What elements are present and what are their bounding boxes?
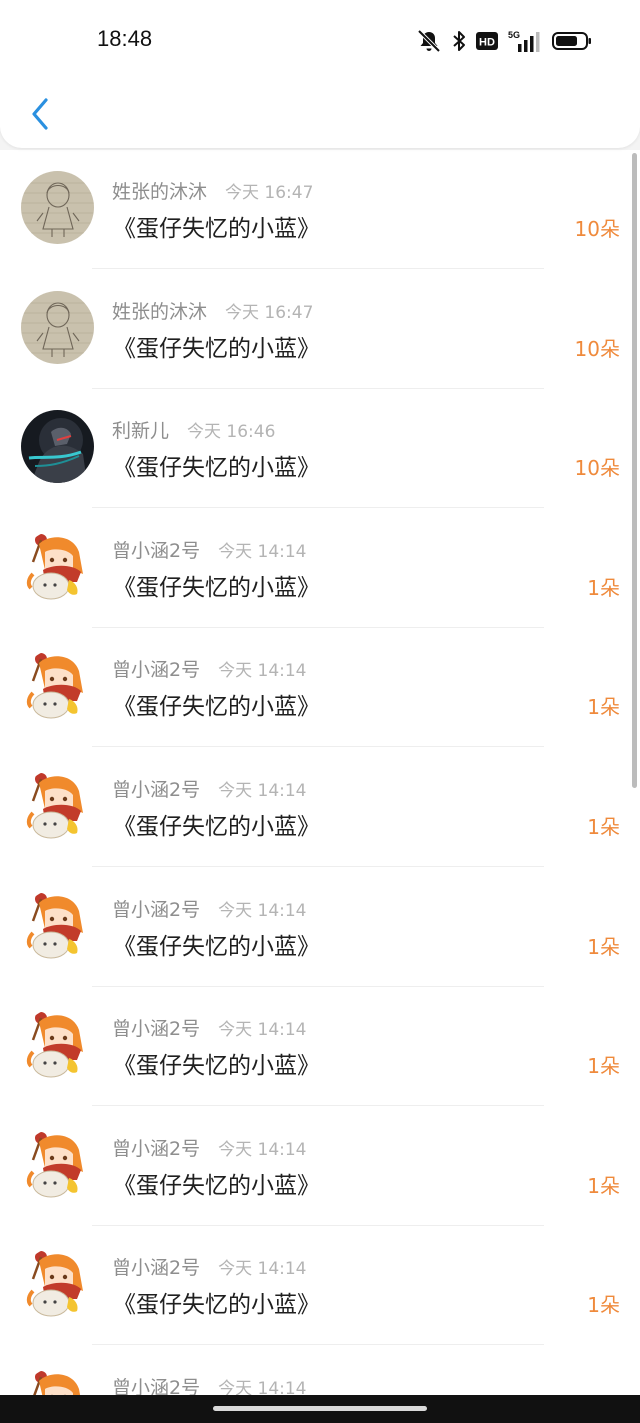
send-time: 今天 14:14 — [218, 781, 307, 801]
item-meta: 利新儿 今天 16:46 — [112, 416, 276, 443]
send-time: 今天 14:14 — [218, 1379, 307, 1395]
list-item[interactable]: 曾小涵2号 今天 14:14 《蛋仔失忆的小蓝》 1朵 — [0, 1226, 640, 1346]
work-title: 《蛋仔失忆的小蓝》 — [113, 335, 320, 362]
list-item[interactable]: 曾小涵2号 今天 14:14 《蛋仔失忆的小蓝》 1朵 — [0, 868, 640, 987]
battery-icon — [552, 32, 591, 50]
back-button[interactable] — [20, 92, 60, 136]
flower-amount: 10朵 — [574, 336, 620, 361]
system-nav-bar — [0, 1395, 640, 1423]
list-item[interactable]: 曾小涵2号 今天 14:14 《蛋仔失忆的小蓝》 1朵 — [0, 509, 640, 628]
work-title: 《蛋仔失忆的小蓝》 — [113, 1053, 320, 1080]
work-title: 《蛋仔失忆的小蓝》 — [113, 216, 320, 242]
avatar[interactable] — [21, 1127, 94, 1201]
work-title: 《蛋仔失忆的小蓝》 — [113, 814, 320, 840]
sender-name[interactable]: 曾小涵2号 — [112, 1373, 200, 1395]
item-meta: 姓张的沐沐 今天 16:47 — [112, 297, 314, 324]
list-item[interactable]: 曾小涵2号 今天 14:14 《蛋仔失忆的小蓝》 1朵 — [0, 748, 640, 867]
send-time: 今天 14:14 — [218, 900, 307, 921]
sender-name[interactable]: 曾小涵2号 — [112, 655, 200, 682]
avatar[interactable] — [21, 769, 94, 842]
chevron-left-icon — [32, 98, 48, 130]
send-time: 今天 14:14 — [218, 661, 307, 682]
list-item[interactable]: 曾小涵2号 今天 14:14 《蛋仔失忆的小蓝》 1朵 — [0, 628, 640, 748]
sender-name[interactable]: 曾小涵2号 — [112, 1014, 200, 1041]
list-item[interactable]: 曾小涵2号 今天 14:14 《蛋仔失忆的小蓝》 1朵 — [0, 1107, 640, 1226]
flower-amount: 1朵 — [587, 575, 620, 600]
work-title: 《蛋仔失忆的小蓝》 — [113, 574, 320, 601]
sender-name[interactable]: 曾小涵2号 — [112, 536, 200, 563]
flower-amount: 10朵 — [574, 217, 620, 241]
sender-name[interactable]: 利新儿 — [112, 416, 169, 443]
sender-name[interactable]: 曾小涵2号 — [112, 1134, 200, 1161]
avatar[interactable] — [21, 410, 94, 484]
flower-amount: 1朵 — [587, 815, 620, 839]
gift-record-list[interactable]: 姓张的沐沐 今天 16:47 《蛋仔失忆的小蓝》 10朵 姓张的沐沐 今天 16… — [0, 150, 640, 1395]
sender-name[interactable]: 曾小涵2号 — [112, 775, 200, 802]
list-item[interactable]: 利新儿 今天 16:46 《蛋仔失忆的小蓝》 10朵 — [0, 389, 640, 509]
svg-text:5G: 5G — [508, 30, 520, 40]
send-time: 今天 14:14 — [218, 541, 307, 562]
send-time: 今天 16:47 — [225, 183, 314, 203]
item-meta: 曾小涵2号 今天 14:14 — [112, 1134, 307, 1161]
bell-off-icon — [417, 29, 441, 53]
top-bar: 18:48 HD 5G — [0, 0, 640, 148]
sender-name[interactable]: 曾小涵2号 — [112, 1253, 200, 1280]
work-title: 《蛋仔失忆的小蓝》 — [113, 1172, 320, 1199]
send-time: 今天 14:14 — [218, 1139, 307, 1160]
work-title: 《蛋仔失忆的小蓝》 — [113, 455, 320, 482]
bluetooth-icon — [453, 31, 465, 51]
work-title: 《蛋仔失忆的小蓝》 — [113, 1292, 320, 1319]
flower-amount: 10朵 — [574, 456, 620, 481]
flower-amount: 1朵 — [587, 1293, 620, 1318]
avatar[interactable] — [21, 1247, 94, 1321]
avatar[interactable] — [21, 1008, 94, 1082]
item-meta: 姓张的沐沐 今天 16:47 — [112, 177, 314, 204]
status-time: 18:48 — [97, 26, 153, 51]
send-time: 今天 16:47 — [225, 302, 314, 323]
item-meta: 曾小涵2号 今天 14:14 — [112, 1253, 307, 1280]
item-meta: 曾小涵2号 今天 14:14 — [112, 536, 307, 563]
item-meta: 曾小涵2号 今天 14:14 — [112, 655, 307, 682]
list-item[interactable]: 曾小涵2号 今天 14:14 《蛋仔失忆的小蓝》 1朵 — [0, 987, 640, 1107]
flower-amount: 1朵 — [587, 1173, 620, 1198]
flower-amount: 1朵 — [587, 1054, 620, 1079]
avatar[interactable] — [21, 1367, 94, 1395]
avatar[interactable] — [21, 649, 94, 723]
svg-text:HD: HD — [479, 37, 495, 49]
work-title: 《蛋仔失忆的小蓝》 — [113, 694, 320, 721]
avatar[interactable] — [21, 290, 94, 364]
sender-name[interactable]: 姓张的沐沐 — [112, 177, 207, 204]
item-meta: 曾小涵2号 今天 14:14 — [112, 1373, 307, 1395]
avatar[interactable] — [21, 529, 94, 603]
item-meta: 曾小涵2号 今天 14:14 — [112, 895, 307, 922]
hd-icon: HD — [476, 32, 498, 50]
avatar[interactable] — [21, 171, 94, 244]
sender-name[interactable]: 姓张的沐沐 — [112, 297, 207, 324]
work-title: 《蛋仔失忆的小蓝》 — [113, 933, 320, 960]
list-item[interactable]: 曾小涵2号 今天 14:14 — [0, 1346, 640, 1395]
item-meta: 曾小涵2号 今天 14:14 — [112, 775, 307, 802]
scrollbar[interactable] — [632, 153, 637, 788]
list-item[interactable]: 姓张的沐沐 今天 16:47 《蛋仔失忆的小蓝》 10朵 — [0, 150, 640, 269]
send-time: 今天 16:46 — [187, 422, 276, 443]
avatar[interactable] — [21, 888, 94, 962]
sender-name[interactable]: 曾小涵2号 — [112, 895, 200, 922]
home-indicator[interactable] — [213, 1406, 427, 1411]
status-icons: HD 5G — [416, 28, 592, 54]
flower-amount: 1朵 — [587, 695, 620, 720]
signal-5g-icon: 5G — [508, 30, 540, 52]
item-meta: 曾小涵2号 今天 14:14 — [112, 1014, 307, 1041]
send-time: 今天 14:14 — [218, 1259, 307, 1280]
flower-amount: 1朵 — [587, 934, 620, 959]
send-time: 今天 14:14 — [218, 1020, 307, 1041]
list-item[interactable]: 姓张的沐沐 今天 16:47 《蛋仔失忆的小蓝》 10朵 — [0, 270, 640, 389]
